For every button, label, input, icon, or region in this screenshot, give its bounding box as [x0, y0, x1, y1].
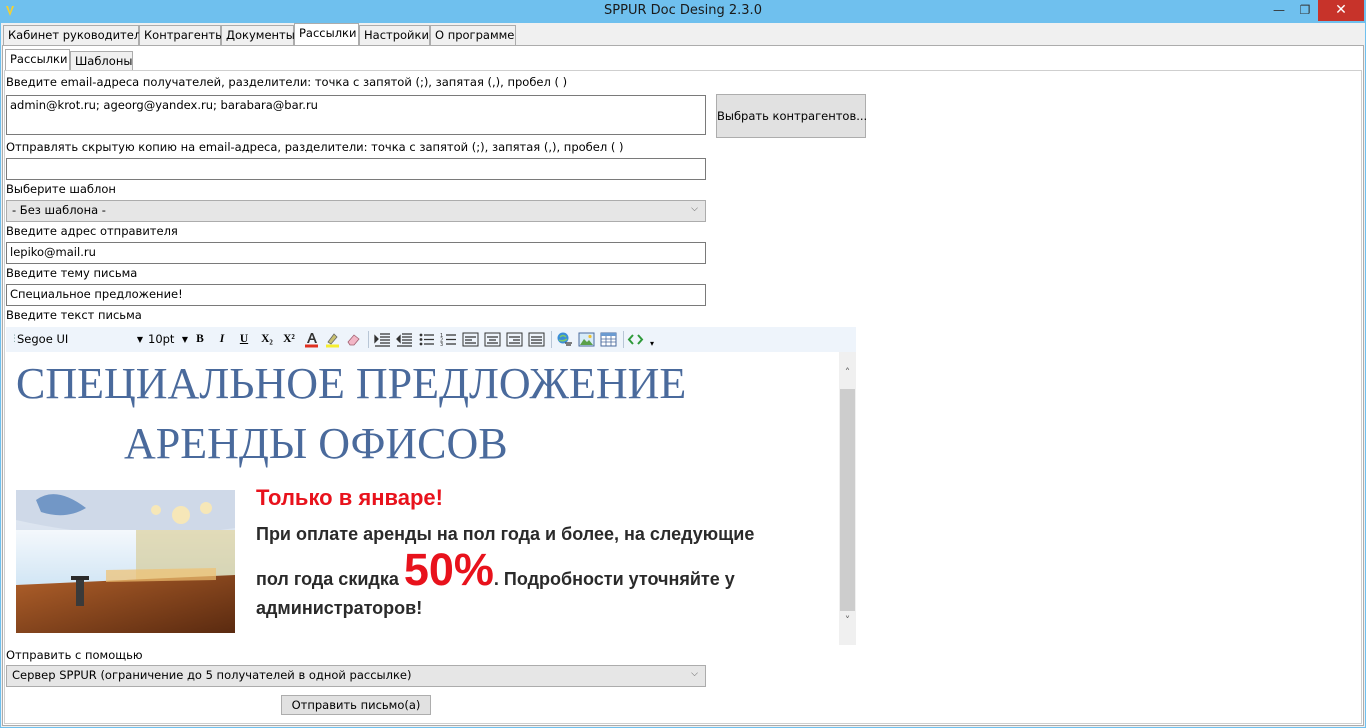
template-select[interactable]: - Без шаблона - ⌵	[6, 200, 706, 222]
chevron-down-icon: ⌵	[691, 204, 698, 214]
svg-text:3: 3	[440, 342, 443, 348]
font-size-select[interactable]: 10pt ▼	[148, 331, 188, 348]
recipients-input[interactable]: admin@krot.ru; ageorg@yandex.ru; barabar…	[6, 95, 706, 135]
bcc-input[interactable]	[6, 158, 706, 180]
eraser-icon[interactable]	[345, 331, 362, 348]
promo-title: Только в январе!	[256, 485, 443, 510]
maximize-button[interactable]: ❐	[1292, 0, 1318, 21]
subject-label: Введите тему письма	[6, 266, 138, 280]
promo-line-1: При оплате аренды на пол года и более, н…	[256, 524, 755, 544]
italic-button[interactable]: I	[214, 331, 230, 348]
sender-input[interactable]: lepiko@mail.ru	[6, 242, 706, 264]
highlight-icon[interactable]	[324, 331, 341, 348]
tab-about[interactable]: О программе	[430, 25, 516, 45]
subject-input[interactable]: Специальное предложение!	[6, 284, 706, 306]
send-via-label: Отправить с помощью	[6, 648, 143, 662]
title-bar: SPPUR Doc Desing 2.3.0 — ❐ ✕	[0, 0, 1366, 23]
toolbar-separator	[623, 331, 624, 348]
tab-documents[interactable]: Документы	[221, 25, 295, 45]
recipients-label: Введите email-адреса получателей, раздел…	[6, 75, 568, 89]
tab-manager-cabinet[interactable]: Кабинет руководителя	[3, 25, 148, 45]
chevron-down-icon[interactable]: ˅	[839, 614, 856, 631]
email-body-editor[interactable]: СПЕЦИАЛЬНОЕ ПРЕДЛОЖЕНИЕ АРЕНДЫ ОФИСОВ То…	[6, 352, 856, 645]
office-hall-image	[16, 490, 235, 633]
chevron-down-icon: ▼	[136, 335, 143, 344]
toolbar-separator	[368, 331, 369, 348]
minimize-button[interactable]: —	[1266, 0, 1292, 21]
align-right-icon[interactable]	[506, 331, 523, 348]
justify-icon[interactable]	[528, 331, 545, 348]
toolbar-overflow-icon[interactable]: ▾	[648, 335, 656, 352]
editor-toolbar: ⋮ Segoe UI ▼ 10pt ▼ B I U X₂ X² 123 ▾	[6, 327, 856, 352]
tab-mailings[interactable]: Рассылки	[294, 23, 359, 45]
close-button[interactable]: ✕	[1318, 0, 1364, 21]
send-letters-button[interactable]: Отправить письмо(а)	[281, 695, 431, 715]
bullet-list-icon[interactable]	[418, 331, 435, 348]
align-left-icon[interactable]	[462, 331, 479, 348]
indent-decrease-icon[interactable]	[374, 331, 391, 348]
scrollbar-thumb[interactable]	[840, 389, 855, 611]
toolbar-grip-icon: ⋮	[10, 334, 19, 344]
send-via-select[interactable]: Сервер SPPUR (ограничение до 5 получател…	[6, 665, 706, 687]
body-label: Введите текст письма	[6, 308, 142, 322]
window-title: SPPUR Doc Desing 2.3.0	[604, 3, 762, 18]
discount-percent: 50%	[403, 544, 494, 595]
superscript-button[interactable]: X²	[280, 331, 298, 348]
template-label: Выберите шаблон	[6, 182, 116, 196]
numbered-list-icon[interactable]: 123	[440, 331, 457, 348]
indent-increase-icon[interactable]	[396, 331, 413, 348]
image-icon[interactable]	[578, 331, 595, 348]
editor-scrollbar[interactable]: ˄ ˅	[839, 352, 856, 645]
tab-contractors[interactable]: Контрагенты	[139, 25, 224, 45]
promo-line-2: пол года скидка 50%. Подробности уточняй…	[256, 544, 735, 595]
bcc-label: Отправлять скрытую копию на email-адреса…	[6, 140, 624, 154]
chevron-down-icon: ▼	[181, 335, 188, 344]
underline-button[interactable]: U	[236, 331, 252, 348]
link-icon[interactable]	[556, 331, 573, 348]
chevron-up-icon[interactable]: ˄	[839, 366, 856, 383]
editor-headline-line1: СПЕЦИАЛЬНОЕ ПРЕДЛОЖЕНИЕ	[16, 359, 687, 408]
toolbar-separator	[551, 331, 552, 348]
subscript-button[interactable]: X₂	[258, 331, 276, 348]
template-select-value: - Без шаблона -	[12, 203, 106, 217]
align-center-icon[interactable]	[484, 331, 501, 348]
send-via-select-value: Сервер SPPUR (ограничение до 5 получател…	[12, 668, 412, 682]
choose-contractors-button[interactable]: Выбрать контрагентов...	[716, 94, 867, 138]
font-name-select[interactable]: Segoe UI ▼	[17, 331, 145, 348]
tab-settings[interactable]: Настройки	[359, 25, 430, 45]
sender-label: Введите адрес отправителя	[6, 224, 178, 238]
table-icon[interactable]	[600, 331, 617, 348]
editor-headline-line2: АРЕНДЫ ОФИСОВ	[124, 419, 508, 468]
subtab-mailings[interactable]: Рассылки	[5, 49, 70, 71]
font-color-icon[interactable]	[303, 331, 320, 348]
subtab-templates[interactable]: Шаблоны	[70, 51, 133, 71]
bold-button[interactable]: B	[192, 331, 208, 348]
chevron-down-icon: ⌵	[691, 669, 698, 679]
html-source-icon[interactable]	[627, 331, 644, 348]
promo-line-3: администраторов!	[256, 598, 423, 618]
